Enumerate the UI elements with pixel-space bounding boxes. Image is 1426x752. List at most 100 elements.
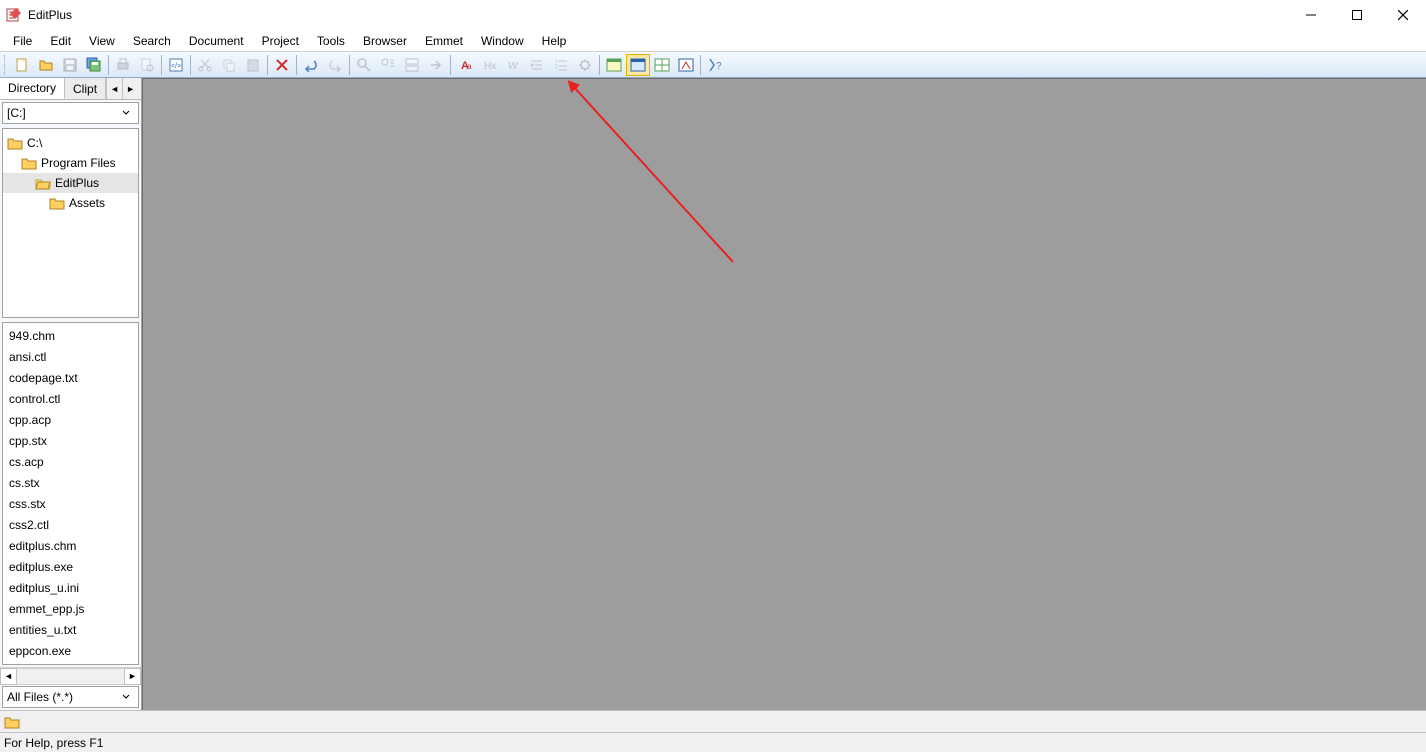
file-list-hscroll[interactable]: ◄ ►: [0, 667, 141, 684]
delete-icon[interactable]: [270, 54, 294, 76]
file-item[interactable]: emmet_epp.js: [3, 598, 138, 619]
goto-icon[interactable]: [424, 54, 448, 76]
menu-emmet[interactable]: Emmet: [416, 32, 472, 50]
drive-dropdown[interactable]: [C:]: [2, 102, 139, 124]
svg-text:Hx: Hx: [484, 61, 496, 72]
browser-view-icon[interactable]: [602, 54, 626, 76]
menu-search[interactable]: Search: [124, 32, 180, 50]
toolbar-sep: [161, 55, 162, 75]
open-icon[interactable]: [34, 54, 58, 76]
undo-icon[interactable]: [299, 54, 323, 76]
file-item[interactable]: eppcon.exe: [3, 640, 138, 661]
replace-icon[interactable]: [400, 54, 424, 76]
file-item[interactable]: ansi.ctl: [3, 346, 138, 367]
menu-document[interactable]: Document: [180, 32, 253, 50]
editor-area: [142, 78, 1426, 710]
file-item[interactable]: cpp.stx: [3, 430, 138, 451]
save-icon[interactable]: [58, 54, 82, 76]
word-wrap-icon[interactable]: W: [501, 54, 525, 76]
tree-item[interactable]: EditPlus: [3, 173, 138, 193]
file-list[interactable]: 949.chmansi.ctlcodepage.txtcontrol.ctlcp…: [2, 322, 139, 665]
drive-label: [C:]: [7, 106, 26, 120]
menu-browser[interactable]: Browser: [354, 32, 416, 50]
annotation-arrow: [143, 79, 1423, 710]
tree-item[interactable]: Program Files: [3, 153, 138, 173]
main-area: Directory Clipt ◄ ► [C:] C:\ Program File…: [0, 78, 1426, 710]
redo-icon[interactable]: [323, 54, 347, 76]
settings-icon[interactable]: [573, 54, 597, 76]
new-file-icon[interactable]: [10, 54, 34, 76]
file-item[interactable]: entities_u.txt: [3, 619, 138, 640]
folder-tree[interactable]: C:\ Program Files EditPlusAssets: [2, 128, 139, 318]
status-text: For Help, press F1: [4, 736, 103, 750]
window-controls: [1288, 0, 1426, 30]
toolbar-sep: [267, 55, 268, 75]
toolbar: </> Aa Hx W 12 ?: [0, 52, 1426, 78]
title-bar: EditPlus: [0, 0, 1426, 30]
tree-item-label: C:\: [27, 136, 42, 150]
tab-scroll-left[interactable]: ◄: [106, 78, 122, 99]
print-icon[interactable]: [111, 54, 135, 76]
menu-help[interactable]: Help: [533, 32, 576, 50]
app-icon: [6, 7, 22, 23]
save-all-icon[interactable]: [82, 54, 106, 76]
scroll-right-icon[interactable]: ►: [124, 668, 141, 685]
file-item[interactable]: css.stx: [3, 493, 138, 514]
maximize-button[interactable]: [1334, 0, 1380, 30]
find-icon[interactable]: [352, 54, 376, 76]
browser2-icon[interactable]: [650, 54, 674, 76]
paste-icon[interactable]: [241, 54, 265, 76]
tree-item[interactable]: Assets: [3, 193, 138, 213]
file-item[interactable]: editplus.chm: [3, 535, 138, 556]
menu-file[interactable]: File: [4, 32, 41, 50]
file-item[interactable]: editplus_u.ini: [3, 577, 138, 598]
toolbar-sep: [190, 55, 191, 75]
scroll-left-icon[interactable]: ◄: [0, 668, 17, 685]
file-item[interactable]: editplus.exe: [3, 556, 138, 577]
folder-icon: [35, 175, 51, 191]
tab-cliptext[interactable]: Clipt: [65, 78, 106, 99]
svg-text:?: ?: [716, 61, 722, 72]
menu-project[interactable]: Project: [253, 32, 308, 50]
copy-icon[interactable]: [217, 54, 241, 76]
file-item[interactable]: codepage.txt: [3, 367, 138, 388]
folder-icon[interactable]: [4, 714, 20, 730]
line-numbers-icon[interactable]: 12: [549, 54, 573, 76]
file-item[interactable]: cs.acp: [3, 451, 138, 472]
menu-view[interactable]: View: [80, 32, 124, 50]
file-item[interactable]: cs.stx: [3, 472, 138, 493]
svg-text:</>: </>: [171, 63, 181, 70]
tree-item-label: Program Files: [41, 156, 116, 170]
print-preview-icon[interactable]: [135, 54, 159, 76]
scroll-track[interactable]: [17, 668, 124, 685]
help-icon[interactable]: ?: [703, 54, 727, 76]
cut-icon[interactable]: [193, 54, 217, 76]
heading-icon[interactable]: Hx: [477, 54, 501, 76]
tab-directory[interactable]: Directory: [0, 78, 65, 99]
file-item[interactable]: css2.ctl: [3, 514, 138, 535]
svg-text:W: W: [508, 61, 519, 72]
file-filter-dropdown[interactable]: All Files (*.*): [2, 686, 139, 708]
indent-icon[interactable]: [525, 54, 549, 76]
menu-edit[interactable]: Edit: [41, 32, 80, 50]
browser-active-icon[interactable]: [626, 54, 650, 76]
status-bar: For Help, press F1: [0, 732, 1426, 752]
file-item[interactable]: 949.chm: [3, 325, 138, 346]
close-button[interactable]: [1380, 0, 1426, 30]
browser3-icon[interactable]: [674, 54, 698, 76]
hex-icon[interactable]: </>: [164, 54, 188, 76]
menu-tools[interactable]: Tools: [308, 32, 354, 50]
tab-scroll-right[interactable]: ►: [122, 78, 138, 99]
font-icon[interactable]: Aa: [453, 54, 477, 76]
document-tab-bar: [0, 710, 1426, 732]
find-next-icon[interactable]: [376, 54, 400, 76]
menu-window[interactable]: Window: [472, 32, 533, 50]
toolbar-grip[interactable]: [4, 55, 8, 75]
toolbar-sep: [108, 55, 109, 75]
toolbar-sep: [700, 55, 701, 75]
file-item[interactable]: cpp.acp: [3, 409, 138, 430]
minimize-button[interactable]: [1288, 0, 1334, 30]
toolbar-sep: [296, 55, 297, 75]
tree-item[interactable]: C:\: [3, 133, 138, 153]
file-item[interactable]: control.ctl: [3, 388, 138, 409]
